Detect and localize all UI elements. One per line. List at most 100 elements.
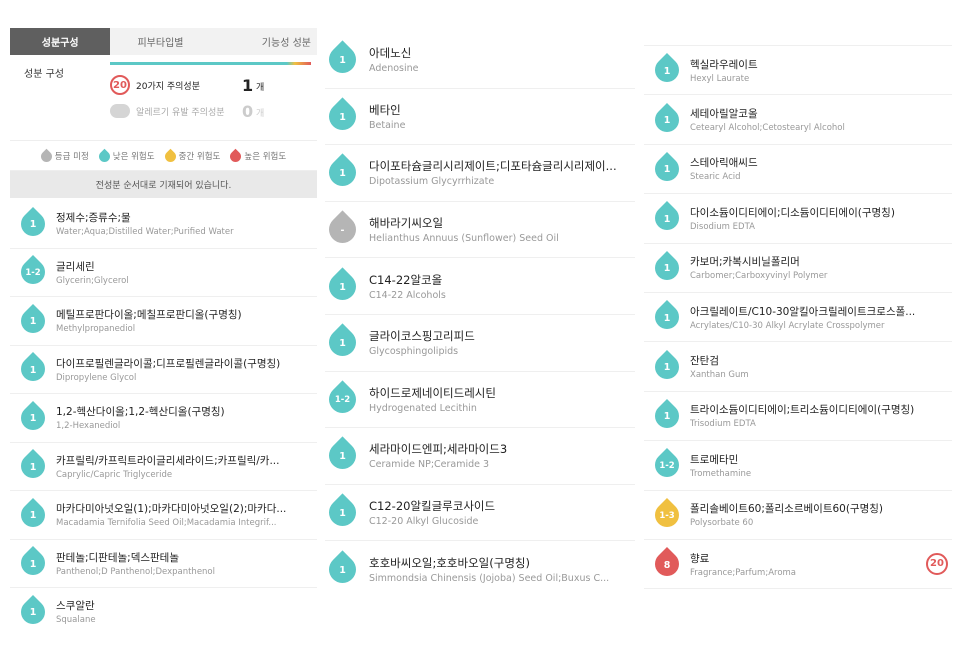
order-notice: 전성분 순서대로 기재되어 있습니다. <box>10 171 317 198</box>
risk-level-drop-icon: 1 <box>16 400 50 435</box>
ingredient-korean-name: 다이포타슘글리시리제이트;디포타슘글리시리제이... <box>369 159 617 174</box>
ingredient-names: 해바라기씨오일 Helianthus Annuus (Sunflower) See… <box>369 215 635 244</box>
caution20-row[interactable]: 20 20가지 주의성분 1 개 <box>110 75 264 95</box>
risk-level-drop-icon: 1 <box>16 352 50 387</box>
ingredient-english-name: Tromethamine <box>690 468 752 479</box>
allergy-label: 알레르기 유발 주의성분 <box>136 107 225 118</box>
ingredient-korean-name: 마카다미아넛오일(1);마카다미아넛오일(2);마카다... <box>56 503 287 516</box>
risk-level-drop-icon: 1 <box>650 250 684 285</box>
tab-skin-type[interactable]: 피부타입별 <box>110 28 210 55</box>
ingredient-row[interactable]: 1 판테놀;디판테놀;덱스판테놀 Panthenol;D Panthenol;Dex… <box>10 540 317 588</box>
ingredient-korean-name: 하이드로제네이티드레시틴 <box>369 385 496 400</box>
ingredient-english-name: Betaine <box>369 119 406 131</box>
ingredient-row[interactable]: 1 아데노신 Adenosine <box>325 32 635 89</box>
risk-level-label: 1 <box>663 411 671 423</box>
ingredient-row[interactable]: - 해바라기씨오일 Helianthus Annuus (Sunflower) Se… <box>325 202 635 259</box>
allergy-cloud-icon <box>110 101 130 121</box>
ingredient-korean-name: 베타인 <box>369 102 401 117</box>
risk-level-label: 1 <box>339 111 346 123</box>
ingredient-row[interactable]: 1 호호바씨오일;호호바오일(구명칭) Simmondsia Chinensis (… <box>325 541 635 592</box>
tab-functional[interactable]: 기능성 성분 <box>211 28 317 55</box>
risk-level-label: 1 <box>339 508 346 520</box>
ingredient-english-name: Dipotassium Glycyrrhizate <box>369 176 495 188</box>
ingredient-panel-left: 성분구성 피부타입별 기능성 성분 성분 구성 20 20가지 주의성분 1 개… <box>10 28 317 625</box>
ingredient-english-name: Polysorbate 60 <box>690 518 754 529</box>
ingredient-row[interactable]: 1 카보머;카복시비닐폴리머 Carbomer;Carboxyvinyl Polym… <box>644 244 952 293</box>
ingredient-korean-name: 해바라기씨오일 <box>369 216 444 231</box>
tab-composition[interactable]: 성분구성 <box>10 28 111 55</box>
ingredient-row[interactable]: 1-2 트로메타민 Tromethamine <box>644 441 952 491</box>
ingredient-english-name: Water;Aqua;Distilled Water;Purified Wate… <box>56 227 234 238</box>
risk-level-drop-icon: 8 <box>650 547 684 582</box>
ingredient-row[interactable]: 1 마카다미아넛오일(1);마카다미아넛오일(2);마카다... Macadamia… <box>10 491 317 540</box>
caution20-count: 1 <box>242 75 254 95</box>
allergy-count: 0 <box>242 101 254 121</box>
legend-item: 높은 위험도 <box>228 148 286 164</box>
ingredient-names: 세테아릴알코올 Cetearyl Alcohol;Cetostearyl Alco… <box>690 106 952 133</box>
risk-level-drop-icon: - <box>325 210 362 249</box>
ingredient-row[interactable]: 1 다이포타슘글리시리제이트;디포타슘글리시리제이... Dipotassium G… <box>325 145 635 202</box>
ingredient-row[interactable]: 1-3 폴리솔베이트60;폴리소르베이트60(구명칭) Polysorbate 60 <box>644 491 952 540</box>
ingredient-row[interactable]: 1 스테아릭애씨드 Stearic Acid <box>644 145 952 195</box>
ingredient-row[interactable]: 1 다이프로필렌글라이콜;디프로필렌글라이콜(구명칭) Dipropylene Gl… <box>10 346 317 394</box>
risk-legend: 등급 미정 낮은 위험도 중간 위험도 높은 위험도 <box>10 141 317 171</box>
ingredient-row[interactable]: 1 헥실라우레이트 Hexyl Laurate <box>644 46 952 96</box>
ingredient-row[interactable]: 8 향료 Fragrance;Parfum;Aroma 20 <box>644 540 952 590</box>
ingredient-row[interactable]: 1 메틸프로판다이올;메칠프로판디올(구명칭) Methylpropanediol <box>10 297 317 346</box>
ingredient-row[interactable]: 1-2 하이드로제네이티드레시틴 Hydrogenated Lecithin <box>325 372 635 429</box>
ingredient-korean-name: C12-20알킬글루코사이드 <box>369 499 496 514</box>
ingredient-row[interactable]: 1 아크릴레이트/C10-30알킬아크릴레이트크로스폴... Acrylates/C… <box>644 293 952 343</box>
ingredient-korean-name: 메틸프로판다이올;메칠프로판디올(구명칭) <box>56 309 242 322</box>
ingredient-names: 다이프로필렌글라이콜;디프로필렌글라이콜(구명칭) Dipropylene Gly… <box>56 356 317 383</box>
ingredient-row[interactable]: 1-2 글리세린 Glycerin;Glycerol <box>10 249 317 297</box>
legend-item: 낮은 위험도 <box>96 148 155 164</box>
ingredient-row[interactable]: 1 1,2-헥산다이올;1,2-헥산디올(구명칭) 1,2-Hexanediol <box>10 394 317 443</box>
risk-level-drop-icon: 1 <box>16 206 50 241</box>
ingredient-english-name: Disodium EDTA <box>690 221 755 232</box>
ingredient-english-name: Dipropylene Glycol <box>56 372 137 383</box>
risk-level-drop-icon: 1 <box>325 436 362 476</box>
ingredient-row[interactable]: 1 베타인 Betaine <box>325 89 635 146</box>
ingredient-names: 세라마이드엔피;세라마이드3 Ceramide NP;Ceramide 3 <box>369 441 635 470</box>
ingredient-english-name: Adenosine <box>369 63 419 75</box>
ingredient-names: 스테아릭애씨드 Stearic Acid <box>690 155 952 182</box>
ingredient-names: 다이포타슘글리시리제이트;디포타슘글리시리제이... Dipotassium Gl… <box>369 158 635 187</box>
ingredient-names: C12-20알킬글루코사이드 C12-20 Alkyl Glucoside <box>369 498 635 527</box>
risk-level-drop-icon: 1 <box>650 398 684 433</box>
risk-level-label: 1 <box>29 219 37 231</box>
ingredient-row[interactable]: 1 세라마이드엔피;세라마이드3 Ceramide NP;Ceramide 3 <box>325 428 635 485</box>
ingredient-english-name: Caprylic/Capric Triglyceride <box>56 469 173 480</box>
ingredient-row[interactable]: 1 카프릴릭/카프릭트라이글리세라이드;카프릴릭/카... Caprylic/Cap… <box>10 443 317 491</box>
risk-level-label: 1 <box>339 338 346 350</box>
ingredient-list: 1 아데노신 Adenosine 1 베타인 Betaine 1 다이포타슘글리시리제이트;디… <box>325 32 635 592</box>
risk-level-label: 1 <box>339 281 346 293</box>
ingredient-row[interactable]: 1 C12-20알킬글루코사이드 C12-20 Alkyl Glucoside <box>325 485 635 542</box>
risk-level-drop-icon: 1 <box>325 97 362 136</box>
ingredient-row[interactable]: 1 정제수;증류수;물 Water;Aqua;Distilled Water;Pur… <box>10 200 317 249</box>
ingredient-panel-middle: 1 아데노신 Adenosine 1 베타인 Betaine 1 다이포타슘글리시리제이트;디… <box>325 32 635 592</box>
ingredient-names: 1,2-헥산다이올;1,2-헥산디올(구명칭) 1,2-Hexanediol <box>56 404 317 431</box>
risk-level-label: 1-2 <box>659 461 675 472</box>
ingredient-names: 베타인 Betaine <box>369 102 635 131</box>
risk-level-drop-icon: 1 <box>650 349 684 384</box>
ingredient-row[interactable]: 1 다이소듐이디티에이;디소듐이디티에이(구명칭) Disodium EDTA <box>644 194 952 244</box>
ingredient-row[interactable]: 1 C14-22알코올 C14-22 Alcohols <box>325 258 635 315</box>
ingredient-english-name: Ceramide NP;Ceramide 3 <box>369 459 490 471</box>
ingredient-row[interactable]: 1 잔탄검 Xanthan Gum <box>644 342 952 392</box>
ingredient-korean-name: 호호바씨오일;호호바오일(구명칭) <box>369 555 530 570</box>
ingredient-names: 마카다미아넛오일(1);마카다미아넛오일(2);마카다... Macadamia … <box>56 501 317 528</box>
ingredient-row[interactable]: 1 스쿠알란 Squalane <box>10 588 317 625</box>
ingredient-korean-name: 잔탄검 <box>690 355 719 368</box>
ingredient-korean-name: 다이프로필렌글라이콜;디프로필렌글라이콜(구명칭) <box>56 357 281 370</box>
risk-level-label: 1 <box>663 164 671 176</box>
ingredient-row[interactable]: 1 세테아릴알코올 Cetearyl Alcohol;Cetostearyl Alc… <box>644 95 952 145</box>
ingredient-korean-name: 스테아릭애씨드 <box>690 157 758 170</box>
risk-level-drop-icon: 1 <box>650 53 684 88</box>
legend-label: 중간 위험도 <box>178 152 221 162</box>
ingredient-names: 카보머;카복시비닐폴리머 Carbomer;Carboxyvinyl Polyme… <box>690 254 952 281</box>
ingredient-names: 트라이소듐이디티에이;트리소듐이디티에이(구명칭) Trisodium EDTA <box>690 402 952 429</box>
ingredient-row[interactable]: 1 트라이소듐이디티에이;트리소듐이디티에이(구명칭) Trisodium EDTA <box>644 392 952 442</box>
risk-level-label: 1 <box>663 115 671 127</box>
ingredient-row[interactable]: 1 글라이코스핑고리피드 Glycosphingolipids <box>325 315 635 372</box>
allergy-row[interactable]: 알레르기 유발 주의성분 0 개 <box>110 101 264 121</box>
